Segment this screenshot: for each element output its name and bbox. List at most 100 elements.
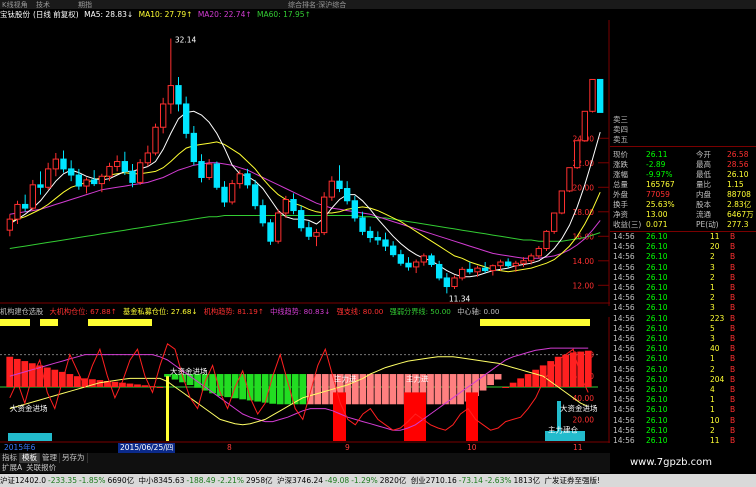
tick-volume: 204 (710, 374, 725, 384)
tick-direction: B (730, 415, 736, 425)
index-zx-amount: 2958亿 (246, 476, 273, 485)
tick-direction: B (730, 354, 736, 364)
indicator-chart[interactable]: 80.0060.0040.0020.00大资金进场大资金进场主力进主力进大资金进… (0, 317, 610, 443)
candle-body (98, 175, 106, 185)
candle-body (550, 212, 558, 232)
bar-positive (509, 382, 517, 387)
bar-negative (276, 374, 284, 405)
candle-body (274, 212, 282, 242)
index-hs-value[interactable]: 沪深3746.24 (277, 476, 323, 485)
tab-extension-a[interactable]: 扩展A (0, 463, 24, 473)
bar-positive (141, 385, 149, 387)
candle-body (535, 248, 543, 257)
candle-body (566, 167, 573, 192)
candle-body (44, 168, 52, 188)
indicator-tick-label: 40.00 (573, 394, 595, 403)
legend-strong-support: 强支线: 80.00 (336, 307, 384, 316)
tick-volume: 1 (710, 283, 715, 292)
tab-manage[interactable]: 管理 (40, 453, 60, 463)
quote-value: 2.83亿 (727, 200, 752, 209)
candle-body (489, 265, 497, 272)
tick-volume: 11 (710, 436, 720, 445)
candle-body (366, 230, 374, 239)
candle-body (244, 173, 251, 186)
quote-row: 净资 13.00 流通 6467万 (610, 210, 756, 220)
quote-value: 6467万 (727, 210, 754, 219)
bar-negative (434, 374, 442, 405)
quote-separator (610, 146, 756, 147)
candle-body (182, 103, 190, 134)
tick-price: 26.10 (646, 293, 668, 303)
tick-row: 14:56 26.10 4 B (610, 385, 756, 395)
tab-related-quote[interactable]: 关联报价 (24, 463, 58, 473)
tab-save-as[interactable]: 另存为 (60, 453, 88, 463)
tab-indicator[interactable]: 指标 (0, 453, 20, 463)
tick-volume: 1 (710, 395, 715, 405)
candle-body (351, 200, 359, 219)
candle-body (251, 184, 259, 207)
indicator-tick-label: 20.00 (573, 415, 595, 424)
main-force-block (404, 392, 426, 441)
index-sh-change: -233.35 (48, 476, 77, 485)
legend-fund-position: 基金私募仓位: 27.68 (123, 307, 192, 316)
candle-body (320, 196, 328, 234)
tick-direction: B (730, 385, 736, 394)
candle-body (435, 263, 443, 279)
quote-label: 涨幅 (613, 170, 628, 179)
candlestick-chart[interactable]: 24.0022.0020.0018.0016.0014.0012.0032.14… (0, 20, 610, 306)
legend-institution-trend-arrow-icon: ↑ (257, 307, 264, 316)
candle-body (474, 267, 481, 273)
tick-volume: 11 (710, 232, 720, 241)
annotation-a6: 主力建仓 (548, 424, 578, 434)
candle-body (228, 183, 236, 203)
candle-body (466, 268, 474, 273)
quote-value: 26.58 (727, 150, 749, 159)
tick-time: 14:56 (613, 415, 635, 425)
tick-volume: 2 (710, 252, 715, 262)
candle-body (405, 262, 412, 268)
ma20-line (9, 162, 601, 259)
ma10-line (9, 141, 601, 273)
indicator-name[interactable]: 机构建仓选股 (0, 307, 43, 316)
date-label-start: 2015年6 (4, 443, 36, 452)
bar-negative (269, 374, 277, 404)
index-sh-value[interactable]: 沪证12402.0 (0, 476, 46, 485)
tick-time: 14:56 (613, 303, 635, 313)
broker-name[interactable]: 广发证券至强版! (544, 476, 600, 485)
tick-price: 26.10 (646, 354, 668, 364)
quote-label: 总量 (613, 180, 628, 189)
quote-value: 28.56 (727, 160, 749, 169)
tick-volume: 20 (710, 242, 720, 252)
bar-negative (382, 374, 389, 405)
period-label[interactable]: (日线 前复权) (33, 10, 79, 19)
candle-body (428, 255, 435, 265)
signal-bar (166, 376, 169, 441)
index-zx-value[interactable]: 中小8345.63 (139, 476, 185, 485)
index-cy-value[interactable]: 创业2710.16 (411, 476, 457, 485)
tick-volume: 3 (710, 262, 715, 272)
candle-body (397, 254, 405, 264)
candle-body (374, 237, 382, 241)
tick-row: 14:56 26.10 2 B (610, 273, 756, 283)
tab-template[interactable]: 模板 (20, 453, 40, 463)
tick-time: 14:56 (613, 405, 635, 415)
quote-value: 26.11 (646, 150, 668, 159)
bar-negative (314, 374, 322, 405)
tick-volume: 2 (710, 293, 715, 303)
tick-direction: B (730, 344, 736, 354)
candle-body (21, 203, 29, 209)
price-tick-label: 14.00 (573, 257, 595, 266)
tick-row: 14:56 26.10 3 B (610, 263, 756, 273)
tick-time: 14:56 (613, 436, 635, 445)
signal-strip (480, 319, 590, 326)
candle-body (328, 180, 336, 198)
bar-negative (494, 374, 502, 380)
candle-body (198, 161, 205, 178)
tick-row: 14:56 26.10 223 B (610, 314, 756, 324)
candle-body (481, 267, 489, 272)
tick-direction: B (730, 252, 736, 262)
ma5-line (9, 110, 601, 278)
index-status-bar: 沪证12402.0 -233.35 -1.85% 6690亿 中小8345.63 -18… (0, 474, 756, 487)
tick-direction: B (730, 395, 736, 405)
candle-body (497, 261, 504, 267)
